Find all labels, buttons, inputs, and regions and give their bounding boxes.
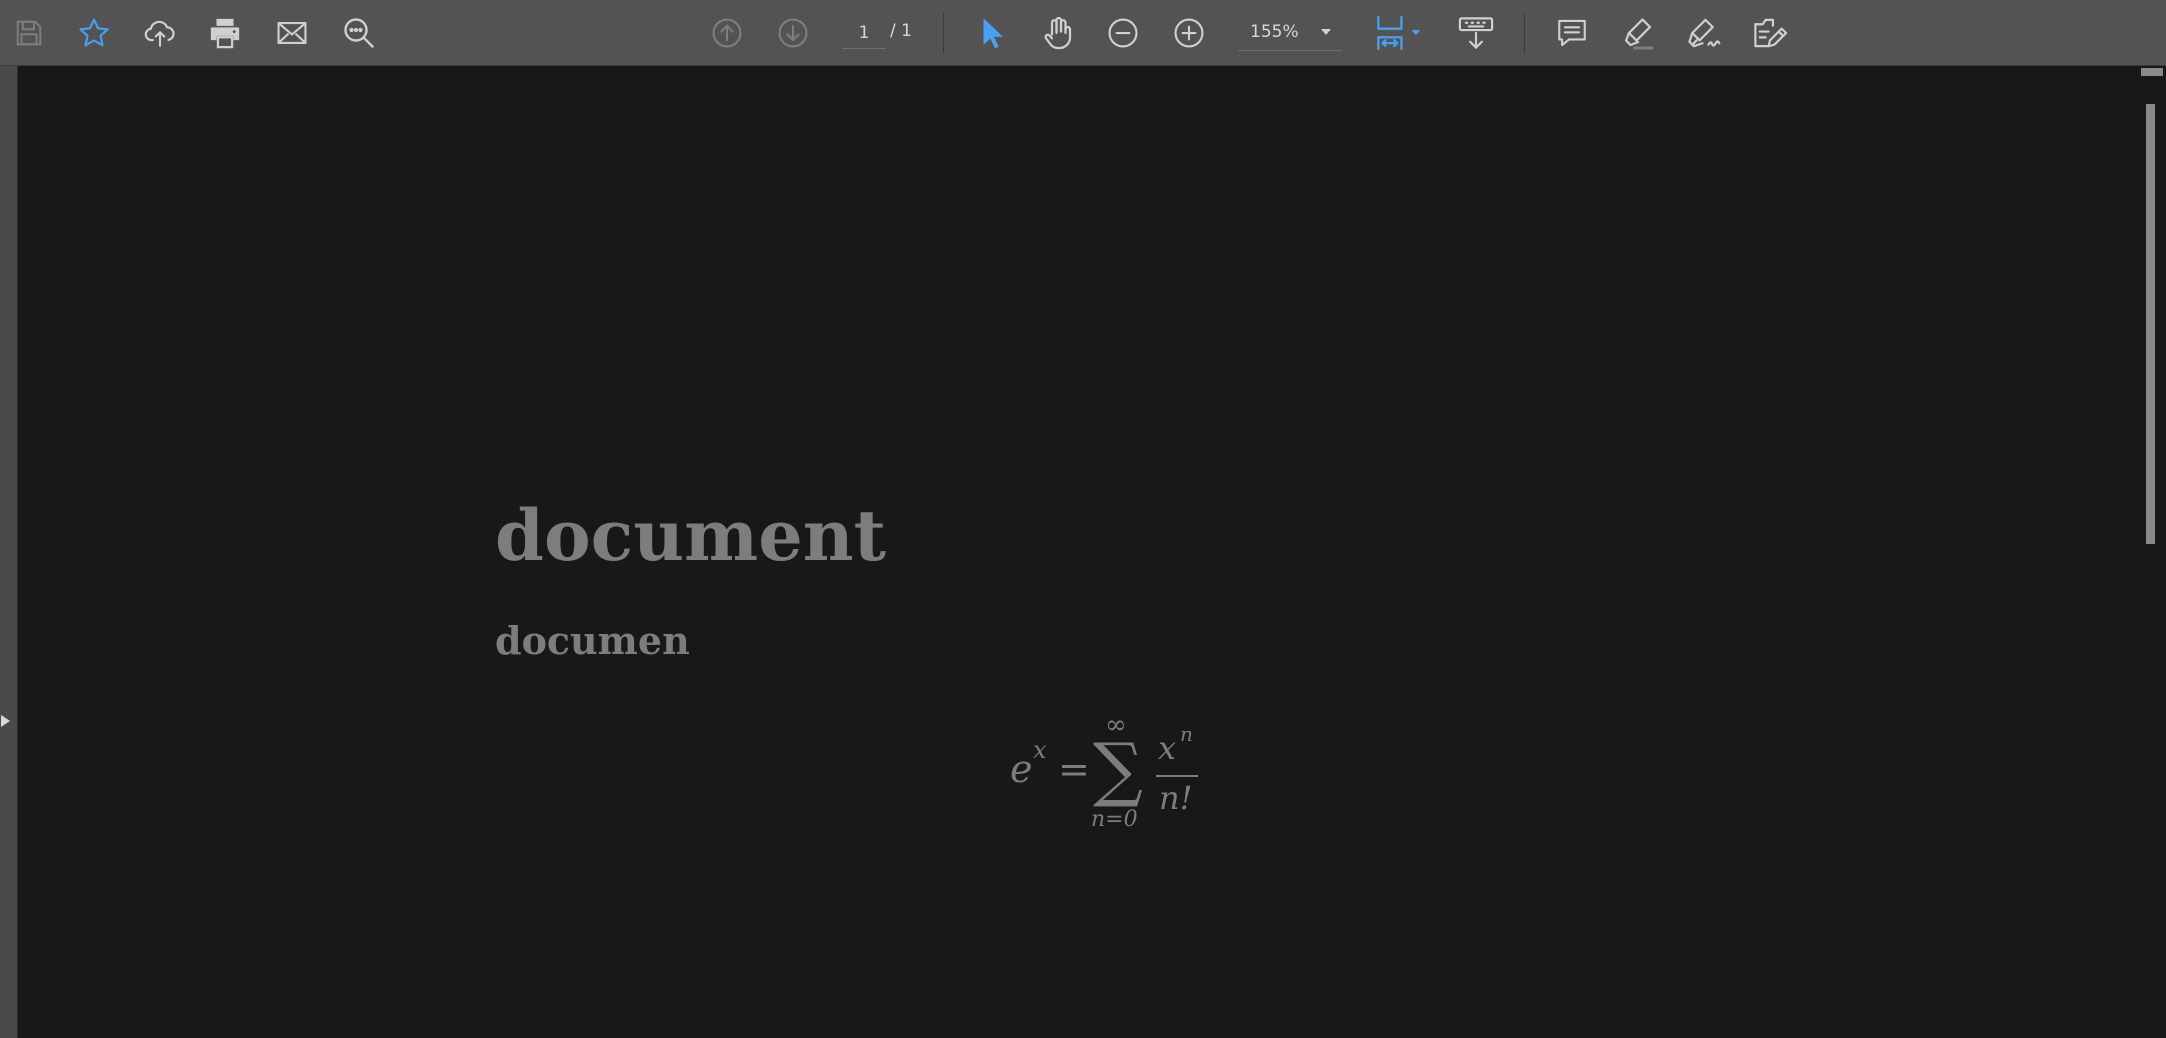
- formula-sum-symbol: ∑: [1093, 728, 1143, 810]
- cursor-arrow-icon: [983, 18, 1004, 49]
- star-icon: [79, 18, 109, 47]
- formula-sum-lower: n=0: [1091, 807, 1138, 832]
- printer-icon: [210, 18, 240, 49]
- formula-denominator: n!: [1159, 779, 1193, 817]
- zoom-out-button[interactable]: [1099, 9, 1147, 57]
- toolbar: / 1 155%: [0, 0, 2166, 66]
- scrollbar-thumb[interactable]: [2146, 104, 2155, 544]
- page-number-input[interactable]: [842, 18, 886, 49]
- document-subtitle: documen: [495, 618, 690, 663]
- save-icon: [16, 20, 42, 46]
- zoom-dropdown[interactable]: 155%: [1238, 15, 1342, 51]
- formula-equals: =: [1058, 747, 1090, 791]
- page-total: / 1: [890, 21, 912, 41]
- bookmark-button[interactable]: [70, 9, 118, 57]
- formula-fraction-bar: [1156, 775, 1198, 777]
- next-page-button[interactable]: [769, 9, 817, 57]
- formula-numerator-base: x: [1158, 729, 1177, 767]
- select-tool-button[interactable]: [968, 9, 1016, 57]
- upload-button[interactable]: [136, 9, 184, 57]
- formula-numerator-exponent: n: [1180, 722, 1193, 746]
- sign-button[interactable]: [1680, 9, 1728, 57]
- highlight-button[interactable]: [1614, 9, 1662, 57]
- zoom-value: 155%: [1250, 22, 1299, 42]
- toolbar-separator: [1524, 13, 1525, 53]
- edit-pdf-button[interactable]: [1746, 9, 1794, 57]
- document-title: document: [495, 494, 886, 577]
- comment-button[interactable]: [1548, 9, 1596, 57]
- signature-pen-icon: [1688, 18, 1721, 48]
- highlighter-icon: [1624, 18, 1653, 50]
- formula-lhs-base: e: [1010, 747, 1033, 791]
- zoom-in-button[interactable]: [1165, 9, 1213, 57]
- fit-page-button[interactable]: [1370, 9, 1430, 57]
- save-button[interactable]: [5, 9, 53, 57]
- expand-panel-icon[interactable]: [0, 711, 14, 731]
- hand-icon: [1044, 16, 1072, 50]
- previous-page-button[interactable]: [703, 9, 751, 57]
- search-icon: [344, 18, 374, 48]
- find-button[interactable]: [335, 9, 383, 57]
- scrollbar-top-cap[interactable]: [2141, 68, 2163, 76]
- keyboard-scroll-icon: [1458, 17, 1494, 49]
- edit-document-icon: [1754, 18, 1788, 48]
- toolbar-separator: [943, 13, 944, 53]
- math-formula: e x = ∞ ∑ n=0 x n n!: [1008, 706, 1238, 836]
- arrow-up-circle-icon: [712, 18, 742, 48]
- left-panel-strip: [0, 66, 18, 1038]
- minus-circle-icon: [1108, 18, 1138, 48]
- hand-tool-button[interactable]: [1034, 9, 1082, 57]
- email-button[interactable]: [268, 9, 316, 57]
- document-canvas: document documen e x = ∞ ∑ n=0 x n n!: [18, 66, 2136, 1038]
- cloud-upload-icon: [144, 20, 175, 47]
- caret-down-icon: [1321, 29, 1331, 35]
- formula-lhs-exponent: x: [1033, 736, 1047, 764]
- print-button[interactable]: [201, 9, 249, 57]
- arrow-down-circle-icon: [778, 18, 808, 48]
- plus-circle-icon: [1174, 18, 1204, 48]
- fit-page-icon: [1377, 15, 1421, 51]
- comment-icon: [1558, 19, 1586, 47]
- envelope-icon: [277, 22, 307, 44]
- scroll-mode-button[interactable]: [1452, 9, 1500, 57]
